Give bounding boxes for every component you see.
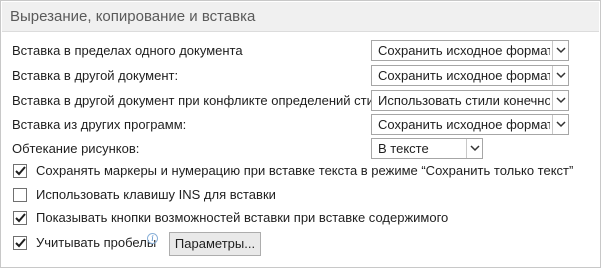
settings-button[interactable]: Параметры... bbox=[169, 232, 261, 256]
paste-same-document-select[interactable]: Сохранить исходное форматирование bbox=[371, 40, 569, 61]
chevron-down-icon bbox=[466, 139, 482, 158]
section-title: Вырезание, копирование и вставка bbox=[10, 8, 256, 25]
checkmark-icon bbox=[14, 166, 26, 176]
show-paste-options-label: Показывать кнопки возможностей вставки п… bbox=[36, 210, 449, 225]
paste-other-programs-select[interactable]: Сохранить исходное форматирование bbox=[371, 114, 569, 135]
section-header: Вырезание, копирование и вставка bbox=[2, 2, 599, 32]
info-icon[interactable]: i bbox=[147, 233, 158, 244]
paste-other-document-select[interactable]: Сохранить исходное форматирование bbox=[371, 65, 569, 86]
use-ins-key-label: Использовать клавишу INS для вставки bbox=[36, 187, 276, 202]
chevron-down-icon bbox=[552, 41, 568, 60]
paste-style-conflict-label: Вставка в другой документ при конфликте … bbox=[12, 93, 400, 108]
paste-style-conflict-select[interactable]: Использовать стили конечного документа bbox=[371, 90, 569, 111]
chevron-down-icon bbox=[552, 66, 568, 85]
keep-bullets-label: Сохранять маркеры и нумерацию при вставк… bbox=[36, 163, 574, 178]
paste-other-document-label: Вставка в другой документ: bbox=[12, 68, 179, 83]
show-paste-options-checkbox[interactable] bbox=[13, 211, 27, 225]
options-panel: Вырезание, копирование и вставка Вставка… bbox=[0, 0, 601, 268]
paste-same-document-value: Сохранить исходное форматирование bbox=[378, 43, 550, 58]
keep-bullets-checkbox[interactable] bbox=[13, 164, 27, 178]
chevron-down-icon bbox=[552, 115, 568, 134]
paste-other-programs-value: Сохранить исходное форматирование bbox=[378, 117, 550, 132]
chevron-down-icon bbox=[552, 91, 568, 110]
paste-other-document-value: Сохранить исходное форматирование bbox=[378, 68, 550, 83]
checkmark-icon bbox=[14, 238, 26, 248]
picture-wrapping-label: Обтекание рисунков: bbox=[12, 141, 140, 156]
use-ins-key-checkbox[interactable] bbox=[13, 188, 27, 202]
paste-same-document-label: Вставка в пределах одного документа bbox=[12, 43, 243, 58]
picture-wrapping-select[interactable]: В тексте bbox=[371, 138, 483, 159]
paste-style-conflict-value: Использовать стили конечного документа bbox=[378, 93, 550, 108]
picture-wrapping-value: В тексте bbox=[378, 141, 429, 156]
smart-spacing-label: Учитывать пробелы bbox=[36, 235, 157, 250]
checkmark-icon bbox=[14, 213, 26, 223]
paste-other-programs-label: Вставка из других программ: bbox=[12, 117, 187, 132]
smart-spacing-checkbox[interactable] bbox=[13, 236, 27, 250]
